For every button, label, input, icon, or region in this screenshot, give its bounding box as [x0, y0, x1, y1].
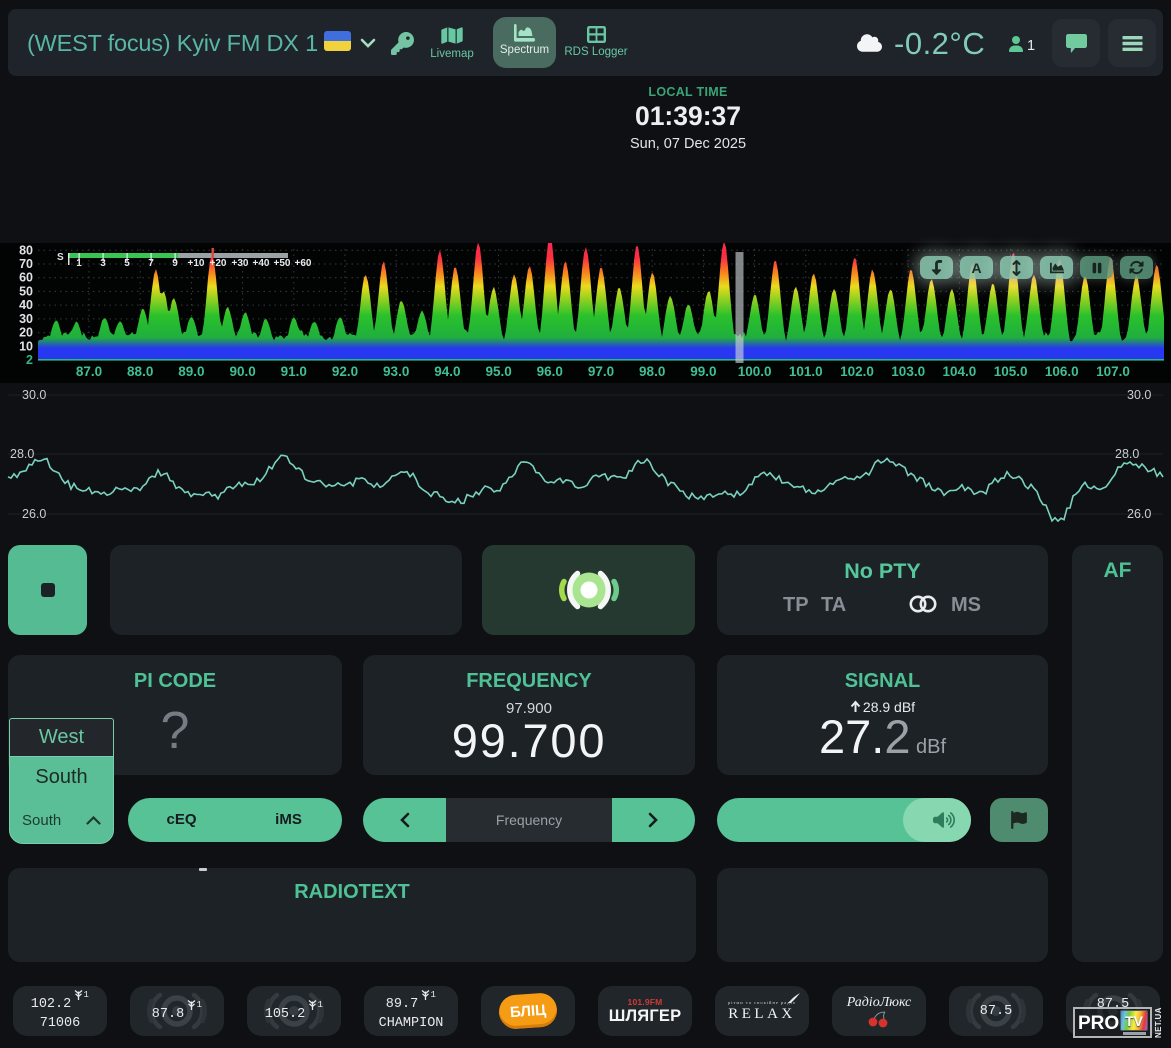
svg-text:99.0: 99.0	[690, 364, 716, 379]
svg-text:26.0: 26.0	[22, 507, 46, 521]
svg-text:105.0: 105.0	[994, 364, 1028, 379]
svg-text:+10: +10	[188, 258, 205, 269]
svg-text:+60: +60	[295, 258, 312, 269]
svg-text:101.0: 101.0	[789, 364, 823, 379]
svg-text:91.0: 91.0	[281, 364, 307, 379]
svg-text:30.0: 30.0	[22, 388, 46, 402]
svg-text:89.0: 89.0	[178, 364, 204, 379]
svg-text:1: 1	[197, 1000, 202, 1010]
svg-text:96.0: 96.0	[537, 364, 563, 379]
svg-text:1: 1	[431, 990, 436, 1000]
svg-text:102.0: 102.0	[840, 364, 874, 379]
svg-text:10: 10	[19, 339, 33, 353]
svg-text:28.0: 28.0	[10, 447, 34, 461]
svg-text:93.0: 93.0	[383, 364, 409, 379]
svg-text:7: 7	[148, 258, 154, 269]
svg-text:104.0: 104.0	[943, 364, 977, 379]
svg-text:106.0: 106.0	[1045, 364, 1079, 379]
svg-text:30: 30	[19, 312, 33, 326]
svg-text:28.0: 28.0	[1115, 447, 1139, 461]
svg-text:20: 20	[19, 326, 33, 340]
svg-text:1: 1	[84, 990, 89, 1000]
svg-text:103.0: 103.0	[891, 364, 925, 379]
svg-text:94.0: 94.0	[434, 364, 460, 379]
svg-text:70: 70	[19, 257, 33, 271]
svg-text:50: 50	[19, 284, 33, 298]
svg-text:80: 80	[19, 243, 33, 257]
svg-text:97.0: 97.0	[588, 364, 614, 379]
svg-text:26.0: 26.0	[1127, 507, 1151, 521]
svg-text:5: 5	[124, 258, 130, 269]
svg-text:90.0: 90.0	[229, 364, 255, 379]
svg-text:40: 40	[19, 298, 33, 312]
svg-text:30.0: 30.0	[1127, 388, 1151, 402]
svg-text:100.0: 100.0	[738, 364, 772, 379]
svg-text:1: 1	[76, 258, 82, 269]
svg-text:98.0: 98.0	[639, 364, 665, 379]
svg-text:3: 3	[100, 258, 106, 269]
svg-text:87.0: 87.0	[76, 364, 102, 379]
svg-text:95.0: 95.0	[485, 364, 511, 379]
svg-text:107.0: 107.0	[1096, 364, 1130, 379]
svg-text:2: 2	[26, 353, 33, 367]
svg-text:S: S	[57, 252, 64, 263]
svg-text:+30: +30	[232, 258, 249, 269]
svg-text:+40: +40	[253, 258, 270, 269]
svg-text:9: 9	[172, 258, 178, 269]
svg-text:+20: +20	[210, 258, 227, 269]
svg-text:88.0: 88.0	[127, 364, 153, 379]
svg-text:92.0: 92.0	[332, 364, 358, 379]
svg-text:1: 1	[318, 1000, 323, 1010]
svg-text:+50: +50	[274, 258, 291, 269]
svg-text:60: 60	[19, 271, 33, 285]
